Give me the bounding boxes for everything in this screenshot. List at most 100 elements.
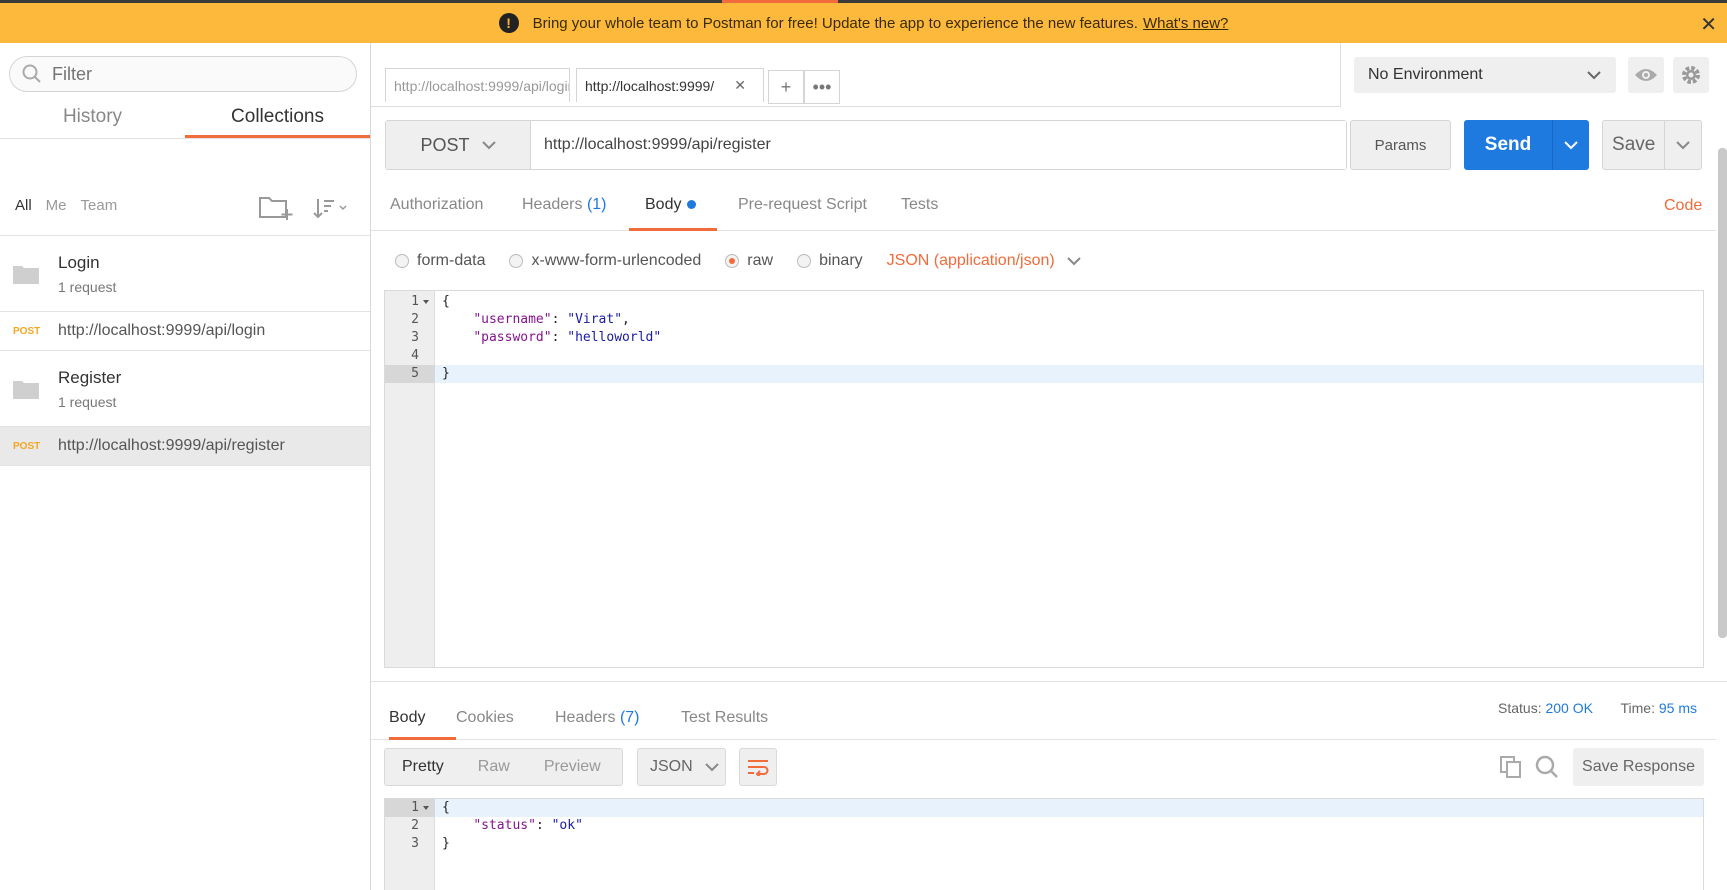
filter-team[interactable]: Team (81, 197, 118, 214)
save-button[interactable]: Save (1602, 120, 1702, 170)
chevron-down-icon (1564, 141, 1578, 150)
tab-headers[interactable]: Headers (1) (522, 181, 607, 231)
tab-body[interactable]: Body (629, 181, 717, 231)
tab-authorization[interactable]: Authorization (390, 181, 483, 231)
filter-box[interactable] (9, 56, 357, 92)
tab-pre-request-script[interactable]: Pre-request Script (738, 181, 867, 231)
gear-icon (1682, 66, 1700, 84)
filter-all[interactable]: All (15, 197, 32, 214)
chevron-down-icon (1587, 71, 1601, 80)
params-button[interactable]: Params (1350, 120, 1451, 170)
warning-icon: ! (498, 13, 519, 33)
tab-label: http://localhost:9999/api/login (394, 77, 570, 94)
radio-circle (395, 254, 409, 268)
code-line-active: 5} (385, 365, 1703, 383)
collection-register[interactable]: Register 1 request (0, 352, 370, 427)
tab-tests[interactable]: Tests (901, 181, 938, 231)
collection-count: 1 request (58, 394, 117, 410)
manage-environments-button[interactable] (1673, 57, 1709, 93)
view-pretty[interactable]: Pretty (385, 758, 461, 776)
pane-splitter[interactable] (371, 681, 1727, 682)
code-line: 3 "password": "helloworld" (411, 330, 662, 345)
environment-select[interactable]: No Environment (1354, 57, 1616, 93)
method-badge: POST (13, 440, 41, 452)
wrap-lines-button[interactable] (739, 748, 777, 786)
environment-quicklook-button[interactable] (1628, 57, 1664, 93)
send-button[interactable]: Send (1464, 120, 1589, 170)
sidebar-request-register[interactable]: POST http://localhost:9999/api/register (0, 427, 370, 466)
code-line: 2 "username": "Virat", (411, 312, 630, 327)
response-tab-headers[interactable]: Headers (7) (555, 697, 640, 740)
response-tab-cookies[interactable]: Cookies (456, 697, 514, 740)
method-badge: POST (13, 325, 41, 337)
send-dropdown[interactable] (1552, 120, 1589, 170)
code-line: 4 (411, 348, 419, 363)
headers-count: (1) (586, 196, 607, 213)
url-input[interactable] (531, 121, 1346, 169)
code-text: "username": "Virat", (473, 312, 630, 327)
sidebar-tabs: History Collections (0, 96, 370, 138)
tab-label: Tests (901, 196, 939, 213)
filter-input[interactable] (52, 63, 332, 85)
fold-icon[interactable] (423, 806, 429, 810)
status-value: 200 OK (1545, 700, 1593, 716)
update-banner: ! Bring your whole team to Postman for f… (0, 3, 1727, 43)
divider (0, 138, 370, 139)
code-line-active: 1{ (385, 799, 1703, 817)
scrollbar[interactable] (1718, 148, 1727, 638)
tab-history[interactable]: History (0, 96, 185, 138)
request-body-editor[interactable]: 1{ 2 "username": "Virat", 3 "password": … (384, 290, 1704, 668)
modified-dot-icon (687, 200, 697, 210)
search-icon[interactable] (1535, 755, 1559, 779)
chevron-down-icon (481, 141, 496, 150)
request-tab-register[interactable]: http://localhost:9999/ ✕ (576, 68, 764, 102)
radio-binary[interactable]: binary (797, 252, 863, 270)
method-label: POST (420, 134, 470, 155)
response-format-select[interactable]: JSON (637, 748, 726, 786)
code-text: { (442, 800, 450, 815)
environment-label: No Environment (1368, 66, 1483, 83)
close-tab-icon[interactable]: ✕ (734, 77, 746, 94)
content-type-select[interactable]: JSON (application/json) (887, 252, 1081, 270)
filter-me[interactable]: Me (46, 197, 67, 214)
response-tab-test-results[interactable]: Test Results (681, 697, 768, 740)
request-url: http://localhost:9999/api/register (58, 437, 285, 454)
close-icon[interactable]: ✕ (1700, 12, 1717, 37)
request-tab-login[interactable]: http://localhost:9999/api/login (385, 68, 570, 102)
response-body-viewer[interactable]: 1{ 2 "status": "ok" 3} (384, 798, 1704, 890)
collection-name: Register (58, 368, 122, 387)
tab-label: http://localhost:9999/ (585, 77, 715, 94)
more-tabs-button[interactable]: ••• (804, 70, 840, 104)
radio-raw[interactable]: raw (725, 252, 773, 270)
sort-icon[interactable] (313, 197, 349, 219)
collection-filter-row: All Me Team (0, 140, 370, 236)
code-line: 1{ (411, 294, 450, 309)
method-select[interactable]: POST (386, 121, 531, 169)
tab-collections[interactable]: Collections (185, 96, 370, 138)
body-mode-options: form-data x-www-form-urlencoded raw bina… (395, 246, 1081, 276)
new-tab-button[interactable]: + (768, 70, 804, 104)
save-response-button[interactable]: Save Response (1573, 748, 1704, 786)
collection-login[interactable]: Login 1 request (0, 237, 370, 312)
tab-label: Test Results (681, 709, 769, 726)
sidebar-request-login[interactable]: POST http://localhost:9999/api/login (0, 312, 370, 351)
eye-icon (1635, 69, 1657, 81)
tab-label: Body (389, 709, 426, 726)
fold-icon[interactable] (423, 300, 429, 304)
radio-circle (797, 254, 812, 268)
view-raw[interactable]: Raw (461, 758, 527, 776)
code-link[interactable]: Code (1664, 197, 1702, 215)
plus-icon: + (780, 76, 792, 97)
wrap-lines-icon (748, 760, 769, 776)
whats-new-link[interactable]: What's new? (1143, 15, 1228, 32)
new-collection-icon[interactable] (259, 195, 293, 221)
response-tab-body[interactable]: Body (389, 697, 456, 740)
radio-form-data[interactable]: form-data (395, 252, 485, 270)
save-label: Save (1612, 134, 1656, 155)
send-label: Send (1484, 134, 1532, 155)
radio-circle-selected (725, 254, 740, 268)
view-preview[interactable]: Preview (527, 758, 618, 776)
copy-icon[interactable] (1499, 755, 1523, 779)
save-dropdown[interactable] (1664, 121, 1701, 169)
radio-urlencoded[interactable]: x-www-form-urlencoded (509, 252, 701, 270)
